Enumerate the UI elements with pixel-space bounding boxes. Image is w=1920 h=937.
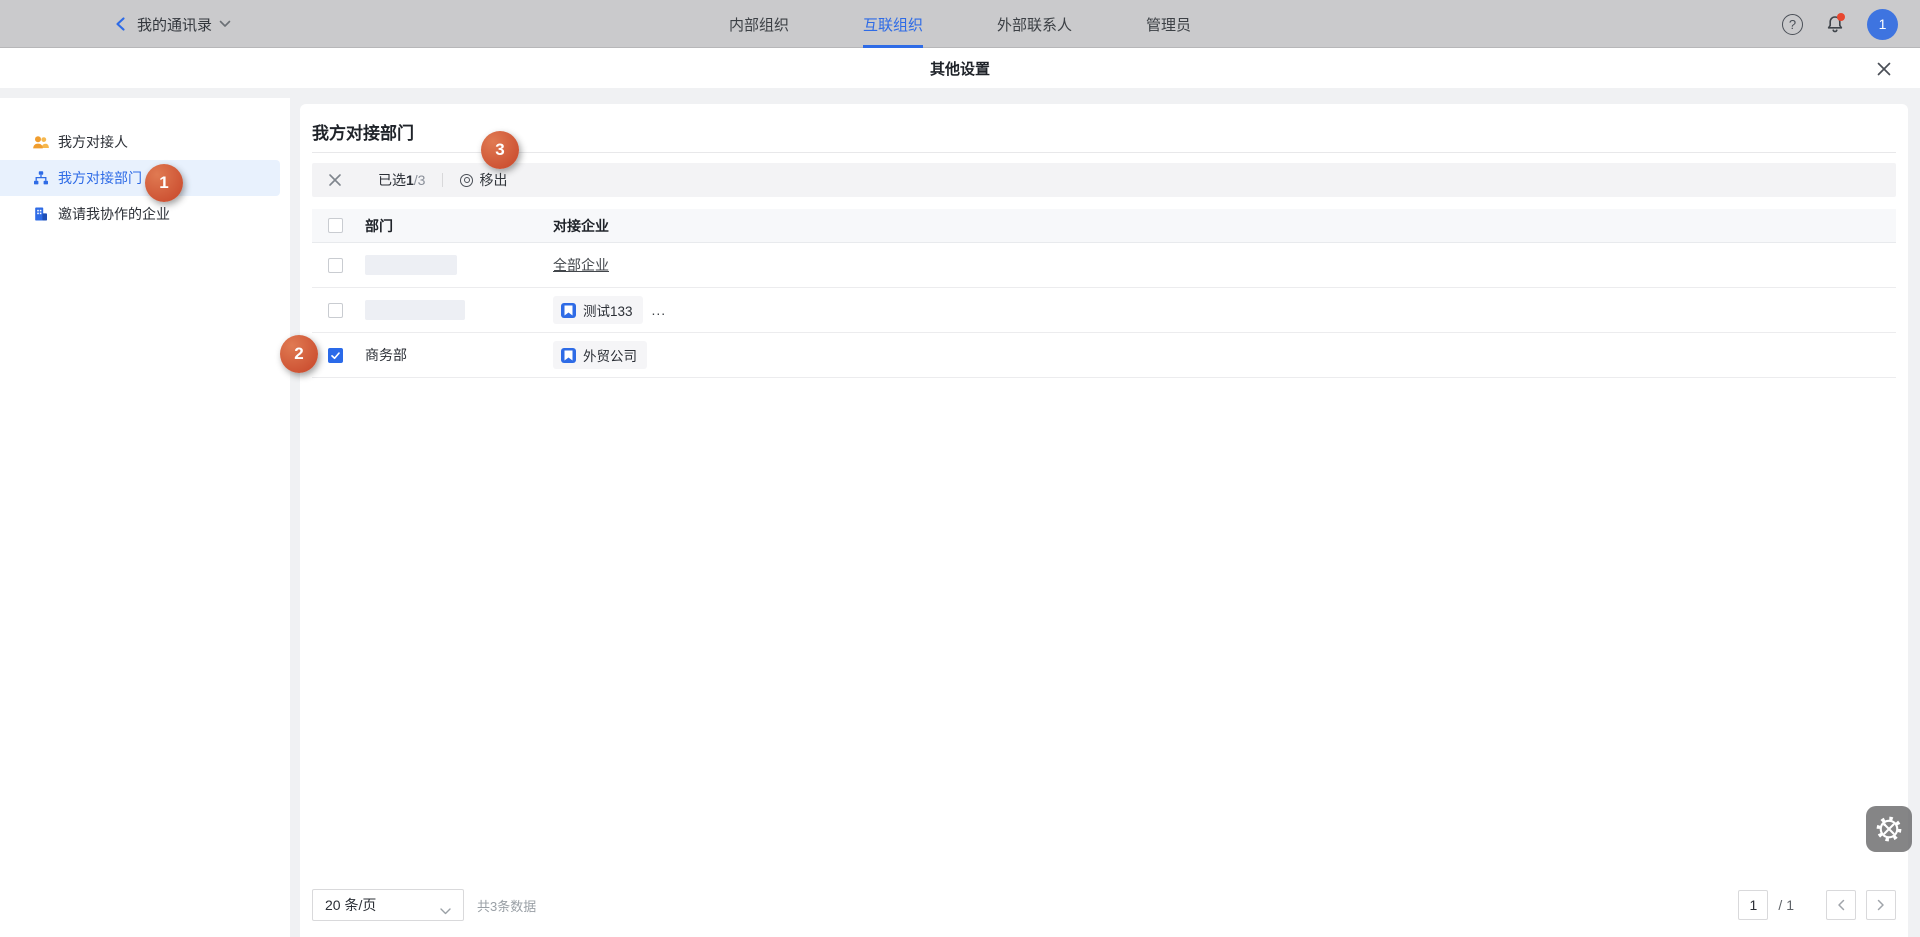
sidebar-item-our-contacts[interactable]: 我方对接人 <box>0 124 280 160</box>
pagination-bar: 20 条/页 共3条数据 1 / 1 <box>312 889 1896 921</box>
column-header-department: 部门 <box>356 216 544 236</box>
company-tag-label: 测试133 <box>583 300 633 320</box>
page-title: 我方对接部门 <box>312 104 1896 152</box>
page-total-text: / 1 <box>1778 897 1794 913</box>
modal-title: 其他设置 <box>0 48 1920 88</box>
table-row: 商务部 外贸公司 <box>312 333 1896 378</box>
sidebar-item-label: 我方对接部门 <box>58 168 142 188</box>
remove-label: 移出 <box>479 170 507 190</box>
total-records-text: 共3条数据 <box>477 896 536 915</box>
clear-selection-icon[interactable] <box>328 173 342 187</box>
next-page-button[interactable] <box>1866 890 1896 920</box>
company-tag: 测试133 <box>553 296 643 324</box>
annotation-badge-2: 2 <box>280 335 318 373</box>
tab-admin[interactable]: 管理员 <box>1146 0 1191 48</box>
redacted-department <box>365 300 465 320</box>
selected-total: /3 <box>414 172 426 188</box>
bookmark-icon <box>561 348 576 363</box>
building-icon <box>32 206 49 223</box>
close-icon[interactable] <box>1875 60 1893 78</box>
selected-prefix: 已选 <box>378 172 406 188</box>
remove-button[interactable]: 移出 <box>460 170 507 190</box>
people-icon <box>32 134 49 151</box>
sidebar-item-inviting-companies[interactable]: 邀请我协作的企业 <box>0 196 280 232</box>
departments-table: 部门 对接企业 全部企业 <box>312 209 1896 378</box>
selection-toolbar: 已选1/3 移出 <box>312 163 1896 197</box>
topbar: 我的通讯录 内部组织 互联组织 外部联系人 管理员 ? 1 <box>0 0 1920 48</box>
toolbar-divider <box>442 173 443 187</box>
top-nav: 内部组织 互联组织 外部联系人 管理员 <box>0 0 1920 48</box>
sidebar-item-our-departments[interactable]: 我方对接部门 <box>0 160 280 196</box>
modal-header: 其他设置 <box>0 48 1920 88</box>
row-2-checkbox[interactable] <box>328 303 343 318</box>
more-companies-ellipsis[interactable]: ... <box>652 302 667 318</box>
target-circle-icon <box>460 174 473 187</box>
annotation-badge-3: 3 <box>481 131 519 169</box>
selected-count-text: 已选1/3 <box>378 170 425 190</box>
help-icon[interactable]: ? <box>1782 14 1803 35</box>
chevron-down-icon <box>440 902 451 918</box>
all-companies-link[interactable]: 全部企业 <box>553 255 609 275</box>
company-tag-label: 外贸公司 <box>583 345 637 365</box>
sidebar-item-label: 我方对接人 <box>58 132 128 152</box>
pager: 1 / 1 <box>1738 890 1896 920</box>
table-row: 测试133 ... <box>312 288 1896 333</box>
settings-sidebar: 我方对接人 我方对接部门 <box>0 98 290 937</box>
avatar[interactable]: 1 <box>1867 9 1898 40</box>
prev-page-button[interactable] <box>1826 890 1856 920</box>
page-size-value: 20 条/页 <box>325 895 376 915</box>
table-header-row: 部门 对接企业 <box>312 209 1896 243</box>
annotation-badge-1: 1 <box>145 164 183 202</box>
notification-dot <box>1837 13 1845 21</box>
department-name: 商务部 <box>365 345 407 365</box>
select-all-checkbox[interactable] <box>328 218 343 233</box>
page-size-select[interactable]: 20 条/页 <box>312 889 464 921</box>
topbar-actions: ? 1 <box>1782 0 1898 48</box>
main-panel: 我方对接部门 已选1/3 移出 部门 对接企业 <box>300 104 1908 937</box>
tab-external-contacts[interactable]: 外部联系人 <box>997 0 1072 48</box>
tab-connected-org[interactable]: 互联组织 <box>863 0 923 48</box>
column-header-company: 对接企业 <box>544 216 1896 236</box>
company-tag: 外贸公司 <box>553 341 647 369</box>
tab-internal-org[interactable]: 内部组织 <box>729 0 789 48</box>
settings-gear-icon[interactable] <box>1866 806 1912 852</box>
bookmark-icon <box>561 303 576 318</box>
selected-count: 1 <box>406 172 414 188</box>
table-row: 全部企业 <box>312 243 1896 288</box>
current-page-box[interactable]: 1 <box>1738 890 1768 920</box>
redacted-department <box>365 255 457 275</box>
notification-bell-icon[interactable] <box>1825 14 1845 35</box>
row-3-checkbox[interactable] <box>328 348 343 363</box>
sidebar-item-label: 邀请我协作的企业 <box>58 204 170 224</box>
row-1-checkbox[interactable] <box>328 258 343 273</box>
org-chart-icon <box>32 170 49 187</box>
screen: 我的通讯录 内部组织 互联组织 外部联系人 管理员 ? 1 其他设置 <box>0 0 1920 937</box>
modal-body: 我方对接人 我方对接部门 <box>0 88 1920 937</box>
title-divider <box>312 152 1896 153</box>
